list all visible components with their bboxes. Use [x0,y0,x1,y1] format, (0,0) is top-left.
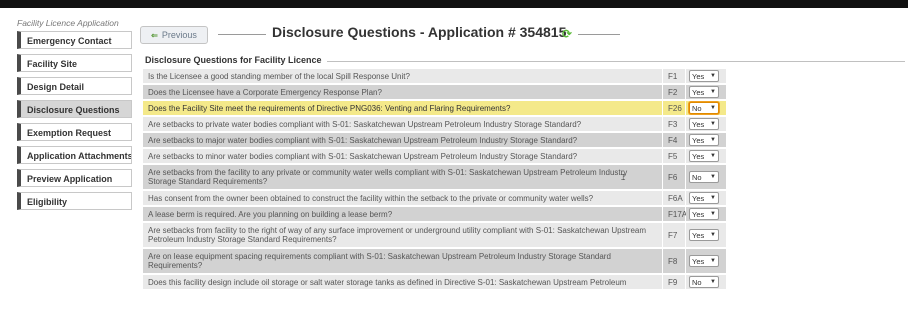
question-row: A lease berm is required. Are you planni… [143,207,726,221]
chevron-down-icon: ▼ [710,153,716,159]
answer-select[interactable]: No ▼ [689,171,719,183]
question-text: Are setbacks to major water bodies compl… [143,133,663,147]
answer-value: No [692,103,702,113]
question-code: F9 [663,275,686,289]
question-row-highlighted: Does the Facility Site meet the requirem… [143,101,726,115]
chevron-down-icon: ▼ [710,174,716,180]
question-row: Does this facility design include oil st… [143,275,726,289]
question-code: F5 [663,149,686,163]
answer-select[interactable]: Yes ▼ [689,118,719,130]
nav-item-emergency-contact[interactable]: Emergency Contact [17,31,132,49]
sidebar: Facility Licence Application Emergency C… [17,17,132,215]
question-text: Are setbacks to minor water bodies compl… [143,149,663,163]
previous-button[interactable]: ⇐ Previous [140,26,208,44]
answer-value: Yes [692,119,705,129]
question-text: Are setbacks to private water bodies com… [143,117,663,131]
answer-select[interactable]: Yes ▼ [689,255,719,267]
refresh-icon[interactable]: ⟳ [562,27,572,41]
answer-value: Yes [692,71,705,81]
question-code: F1 [663,69,686,83]
answer-value: No [692,172,702,182]
question-text: Are on lease equipment spacing requireme… [143,249,663,273]
question-text: A lease berm is required. Are you planni… [143,207,663,221]
question-row: Has consent from the owner been obtained… [143,191,726,205]
answer-value: No [692,277,702,287]
answer-select[interactable]: No ▼ [689,102,719,114]
question-code: F8 [663,249,686,273]
question-row: Does the Licensee have a Corporate Emerg… [143,85,726,99]
question-row: Are setbacks from facility to the right … [143,223,726,247]
nav-item-facility-site[interactable]: Facility Site [17,54,132,72]
nav-item-design-detail[interactable]: Design Detail [17,77,132,95]
question-text: Is the Licensee a good standing member o… [143,69,663,83]
answer-value: Yes [692,135,705,145]
question-text: Does the Licensee have a Corporate Emerg… [143,85,663,99]
question-code: F6 [663,165,686,189]
nav-item-exemption-request[interactable]: Exemption Request [17,123,132,141]
chevron-down-icon: ▼ [710,121,716,127]
question-code: F26 [663,101,686,115]
question-row: Are setbacks to private water bodies com… [143,117,726,131]
chevron-down-icon: ▼ [710,73,716,79]
question-code: F7 [663,223,686,247]
chevron-down-icon: ▼ [710,232,716,238]
previous-label: Previous [161,30,197,40]
question-code: F17A [663,207,687,221]
question-text: Are setbacks from facility to the right … [143,223,663,247]
chevron-down-icon: ▼ [710,137,716,143]
text-cursor-icon: 𝙸 [620,173,627,183]
question-code: F6A [663,191,686,205]
question-code: F4 [663,133,686,147]
chevron-down-icon: ▼ [710,258,716,264]
chevron-down-icon: ▼ [710,89,716,95]
section-title: Disclosure Questions for Facility Licenc… [145,55,327,65]
chevron-down-icon: ▼ [710,279,716,285]
answer-select[interactable]: Yes ▼ [689,70,719,82]
answer-value: Yes [692,151,705,161]
answer-value: Yes [692,193,705,203]
answer-select[interactable]: No ▼ [689,276,719,288]
question-row: Are setbacks from the facility to any pr… [143,165,726,189]
answer-select[interactable]: Yes ▼ [689,229,719,241]
chevron-down-icon: ▼ [710,105,716,111]
question-row: Are setbacks to minor water bodies compl… [143,149,726,163]
answer-select[interactable]: Yes ▼ [689,86,719,98]
back-arrow-icon: ⇐ [151,30,158,40]
answer-value: Yes [692,230,705,240]
app-title: Facility Licence Application [17,18,119,28]
question-row: Are setbacks to major water bodies compl… [143,133,726,147]
title-rule-left [218,34,266,35]
question-row: Is the Licensee a good standing member o… [143,69,726,83]
answer-value: Yes [692,87,705,97]
question-code: F2 [663,85,686,99]
nav-item-application-attachments[interactable]: Application Attachments [17,146,132,164]
nav-item-preview-application[interactable]: Preview Application [17,169,132,187]
question-row: Are on lease equipment spacing requireme… [143,249,726,273]
chevron-down-icon: ▼ [710,195,716,201]
questions-table: Is the Licensee a good standing member o… [143,69,726,291]
question-text: Has consent from the owner been obtained… [143,191,663,205]
question-text: Are setbacks from the facility to any pr… [143,165,663,189]
answer-select[interactable]: Yes ▼ [689,192,719,204]
nav-item-disclosure-questions[interactable]: Disclosure Questions [17,100,132,118]
nav-item-eligibility[interactable]: Eligibility [17,192,132,210]
title-rule-right [578,34,620,35]
answer-select[interactable]: Yes ▼ [689,134,719,146]
window-top-bar [0,0,908,8]
page-title: Disclosure Questions - Application # 354… [272,24,567,40]
question-text: Does the Facility Site meet the requirem… [143,101,663,115]
answer-select[interactable]: Yes ▼ [689,150,719,162]
answer-value: Yes [692,256,705,266]
question-code: F3 [663,117,686,131]
answer-select[interactable]: Yes ▼ [689,208,719,220]
answer-value: Yes [692,209,705,219]
chevron-down-icon: ▼ [710,211,716,217]
question-text: Does this facility design include oil st… [143,275,663,289]
